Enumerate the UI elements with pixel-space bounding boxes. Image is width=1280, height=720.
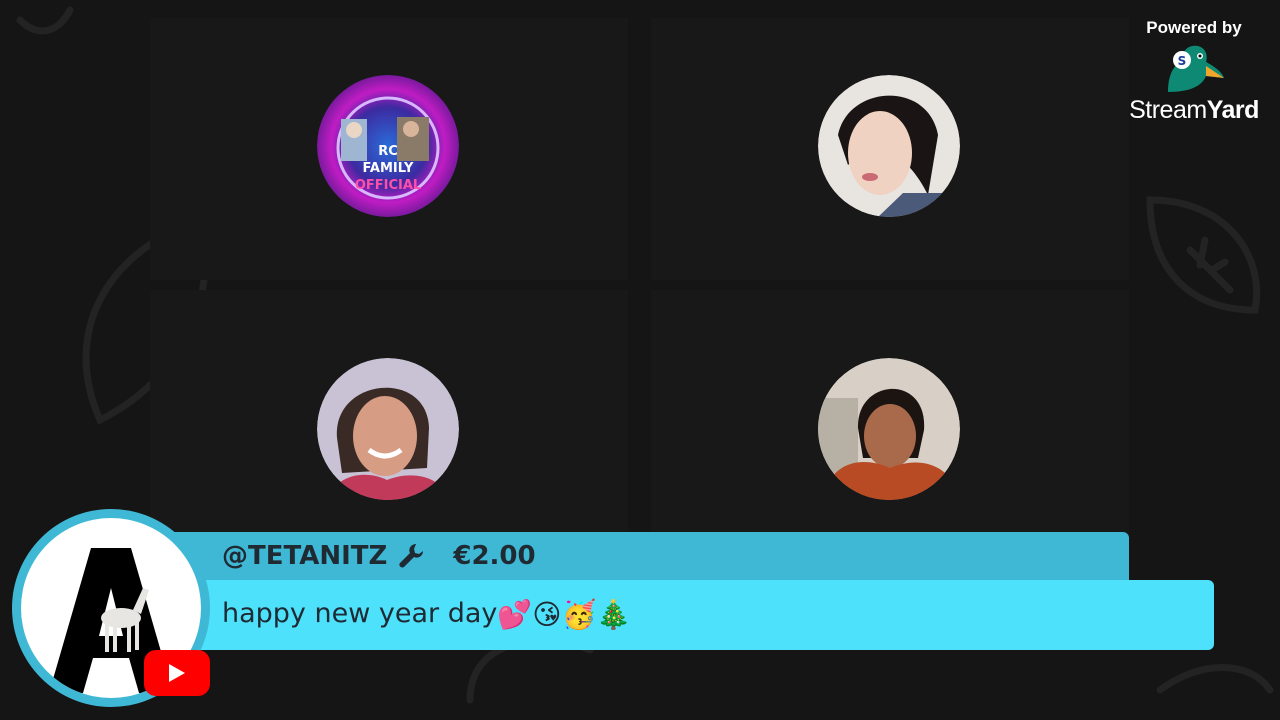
avatar [818,75,960,217]
streamyard-wordmark: StreamYard [1124,96,1264,125]
avatar-text-3: OFFICIAL [355,178,421,193]
wrench-icon [399,544,424,568]
comment-header: @TETANITZ €2.00 [150,532,1129,580]
participant-tile-2[interactable] [651,18,1129,280]
avatar: RC FAMILY OFFICIAL [317,75,459,217]
streamyard-duck-logo: S [1168,45,1224,92]
avatar-text-1: RC [378,144,398,159]
powered-by-label: Powered by [1146,18,1242,37]
comment-message: happy new year day [222,598,498,629]
comment-author: @TETANITZ [222,541,388,571]
superchat-amount: €2.00 [453,541,536,571]
participant-tile-4[interactable] [651,290,1129,552]
avatar [317,358,459,500]
brand-name-regular: Stream [1129,96,1207,124]
avatar-text-2: FAMILY [363,161,414,176]
participant-tile-1[interactable]: RC FAMILY OFFICIAL [150,18,628,280]
comment-author-row: @TETANITZ €2.00 [222,540,536,572]
emoji-party: 🥳 [561,598,597,631]
comment-message-row: happy new year day💕😘🥳🎄 [222,598,631,631]
participant-tile-3[interactable] [150,290,628,552]
svg-text:S: S [1178,54,1187,68]
comment-body: happy new year day💕😘🥳🎄 [150,580,1214,650]
emoji-christmas-tree: 🎄 [596,598,632,631]
emoji-kiss: 😘 [532,598,562,631]
brand-name-bold: Yard [1206,96,1260,124]
streamyard-branding: Powered by S StreamYard [1124,18,1264,125]
emoji-two-hearts: 💕 [497,598,533,631]
avatar [818,358,960,500]
youtube-icon [144,650,210,696]
